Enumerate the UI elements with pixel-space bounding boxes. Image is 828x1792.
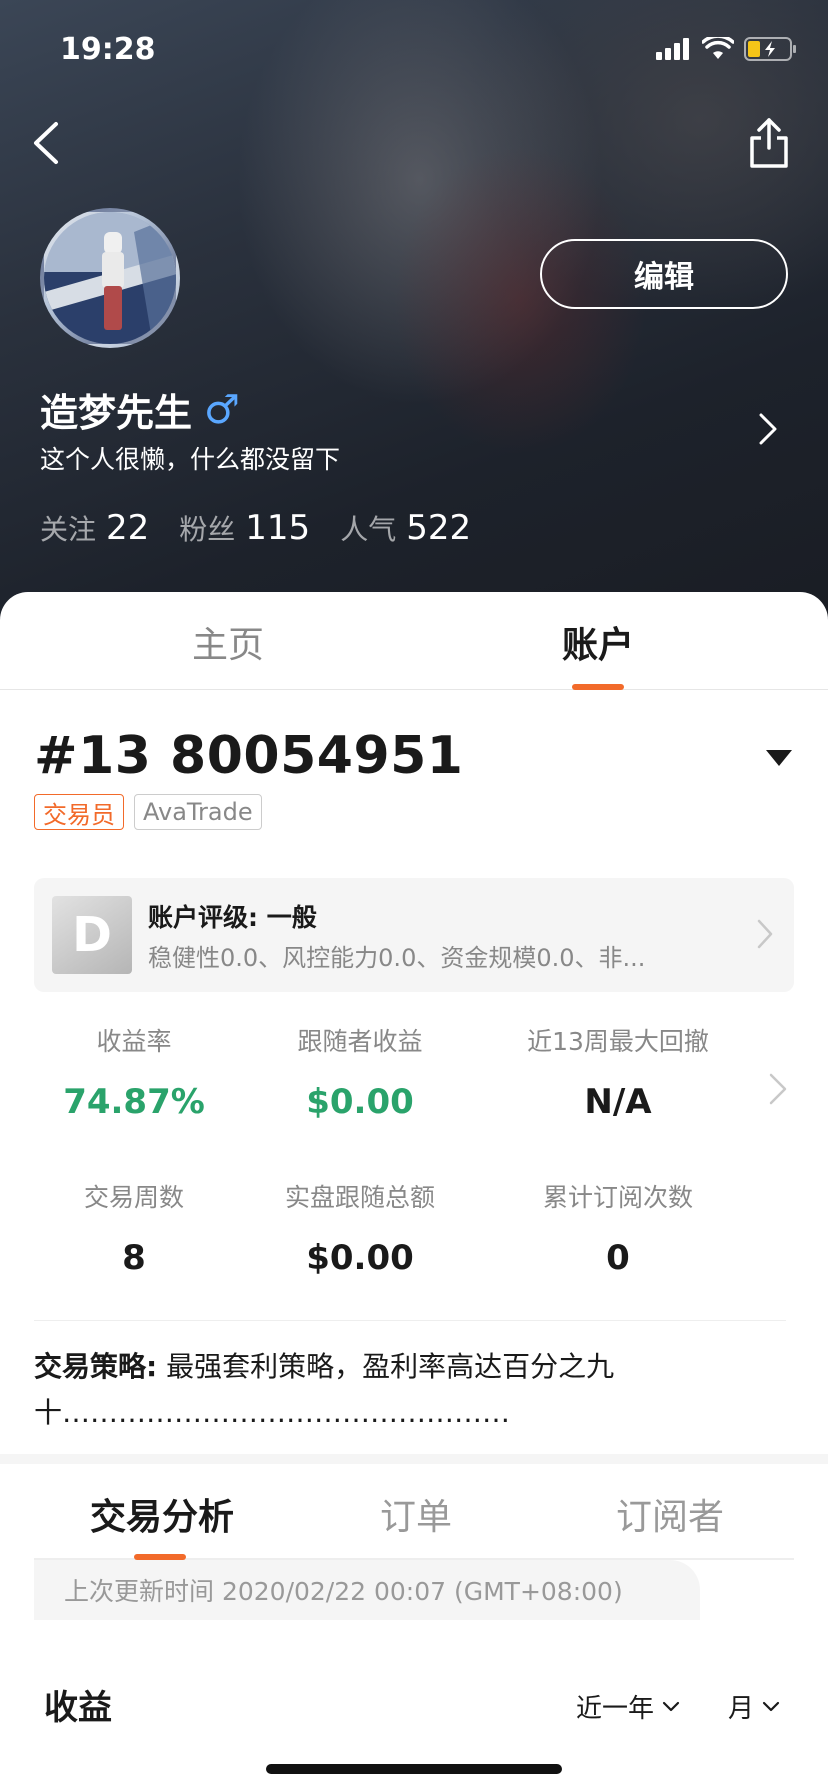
metric-value: 74.87%: [63, 1082, 205, 1122]
rating-title: 账户评级: 一般: [148, 903, 317, 932]
tab-home[interactable]: 主页: [192, 616, 264, 668]
metric-label: 累计订阅次数: [542, 1183, 693, 1212]
period-filter-dropdown[interactable]: 近一年: [576, 1688, 680, 1725]
main-tabs: 主页 账户: [0, 592, 828, 690]
user-name: 造梦先生: [40, 391, 193, 435]
tab-trading-analysis[interactable]: 交易分析: [90, 1488, 234, 1540]
trading-strategy: 交易策略: 最强套利策略，盈利率高达百分之九十…………………………………………: [34, 1344, 754, 1436]
share-icon[interactable]: [744, 116, 794, 170]
metric-value: $0.00: [306, 1238, 414, 1278]
account-panel: 主页 账户 #13 80054951 交易员 AvaTrade D 账户评级: …: [0, 592, 828, 1792]
battery-icon: [744, 37, 796, 61]
analysis-tabs: 交易分析 订单 订阅者: [34, 1464, 794, 1560]
metric-value: N/A: [584, 1082, 652, 1122]
tab-account[interactable]: 账户: [562, 616, 634, 668]
profile-detail-chevron-icon[interactable]: [758, 412, 778, 446]
name-row: 造梦先生 ♂: [40, 382, 240, 437]
chevron-right-icon: [757, 919, 773, 949]
unit-filter-dropdown[interactable]: 月: [728, 1688, 780, 1725]
rating-description: 稳健性0.0、风控能力0.0、资金规模0.0、非...: [148, 944, 646, 972]
account-number: #13 80054951: [34, 726, 464, 786]
rating-badge: D: [52, 896, 132, 974]
wifi-icon: [702, 37, 734, 59]
account-dropdown-icon[interactable]: [766, 750, 792, 766]
popularity-label: 人气: [340, 513, 397, 546]
account-rating-card[interactable]: D 账户评级: 一般 稳健性0.0、风控能力0.0、资金规模0.0、非...: [34, 878, 794, 992]
metric-follower-earnings: 跟随者收益 $0.00: [230, 1022, 490, 1122]
edit-profile-button[interactable]: 编辑: [540, 239, 788, 309]
metric-label: 跟随者收益: [297, 1027, 423, 1056]
metric-subscription-count: 累计订阅次数 0: [488, 1178, 748, 1278]
avatar[interactable]: [40, 208, 180, 348]
profile-stats: 关注 22 粉丝 115 人气 522: [40, 508, 491, 548]
tab-indicator: [572, 684, 624, 690]
metric-max-drawdown: 近13周最大回撤 N/A: [488, 1022, 748, 1122]
chevron-down-icon: [662, 1701, 680, 1711]
metrics-chevron-icon[interactable]: [768, 1072, 788, 1106]
earnings-header: 收益 近一年 月: [44, 1674, 794, 1734]
tab-subscribers[interactable]: 订阅者: [616, 1488, 724, 1540]
signal-icon: [656, 38, 689, 60]
male-icon: ♂: [204, 386, 240, 433]
following-label: 关注: [40, 513, 97, 546]
avatar-image: [44, 212, 176, 344]
metric-label: 收益率: [96, 1027, 172, 1056]
broker-tag: AvaTrade: [134, 794, 262, 830]
user-bio: 这个人很懒，什么都没留下: [40, 445, 341, 474]
earnings-title: 收益: [44, 1688, 112, 1728]
metric-live-follow-total: 实盘跟随总额 $0.00: [230, 1178, 490, 1278]
strategy-label: 交易策略:: [34, 1350, 158, 1383]
metric-trading-weeks: 交易周数 8: [4, 1178, 264, 1278]
divider: [34, 1320, 786, 1321]
tab-orders[interactable]: 订单: [380, 1488, 452, 1540]
metric-return-rate: 收益率 74.87%: [4, 1022, 264, 1122]
metric-value: 0: [606, 1238, 630, 1278]
metric-label: 实盘跟随总额: [284, 1183, 435, 1212]
account-tags: 交易员 AvaTrade: [34, 794, 262, 830]
metric-label: 近13周最大回撤: [527, 1027, 709, 1056]
metric-label: 交易周数: [83, 1183, 184, 1212]
status-icons: [656, 36, 798, 62]
chevron-down-icon: [762, 1701, 780, 1711]
home-indicator: [266, 1764, 562, 1774]
metric-value: 8: [122, 1238, 146, 1278]
profile-header: 19:28 编辑 造梦先生 ♂ 这个人很懒，什么都没留下 关注 22 粉丝 11…: [0, 0, 828, 620]
popularity-count: 522: [406, 508, 472, 548]
status-bar: 19:28: [0, 0, 828, 96]
unit-filter-label: 月: [728, 1694, 755, 1724]
trader-tag: 交易员: [34, 794, 124, 830]
followers-count[interactable]: 115: [245, 508, 310, 548]
followers-label: 粉丝: [179, 513, 236, 546]
back-icon[interactable]: [26, 118, 66, 168]
metric-value: $0.00: [306, 1082, 414, 1122]
status-time: 19:28: [60, 32, 156, 67]
following-count[interactable]: 22: [106, 508, 149, 548]
section-separator: [0, 1454, 828, 1464]
period-filter-label: 近一年: [576, 1694, 655, 1724]
last-updated-bar: 上次更新时间 2020/02/22 00:07 (GMT+08:00): [34, 1560, 700, 1620]
